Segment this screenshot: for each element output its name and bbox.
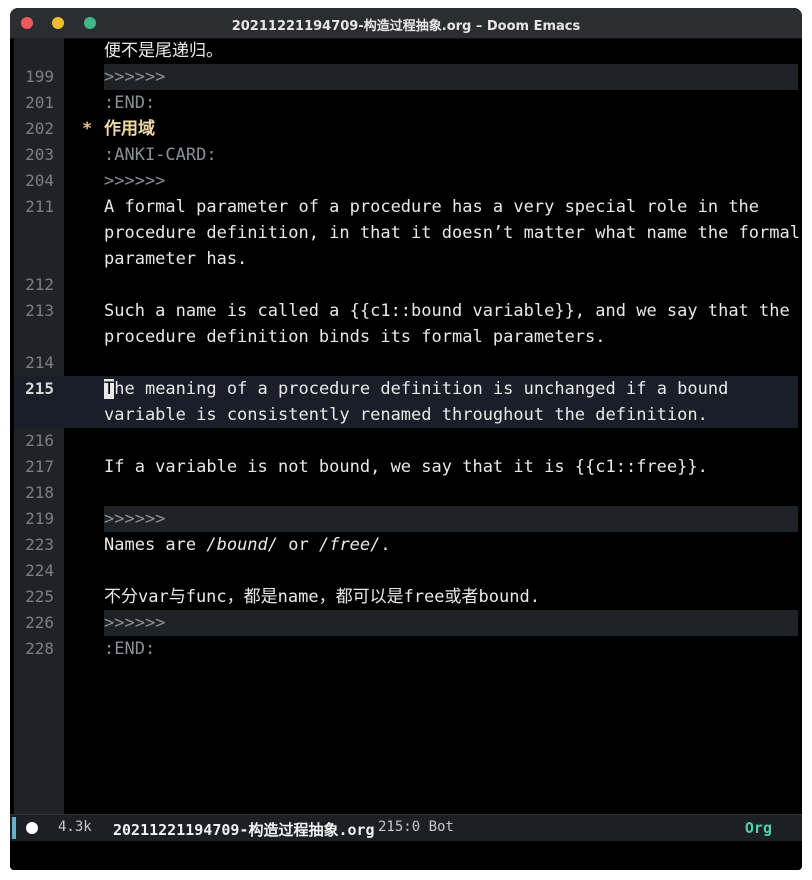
line-number: 223 <box>25 535 54 554</box>
line-text: 不分var与func，都是name，都可以是free或者bound. <box>104 587 540 607</box>
org-heading[interactable]: 作用域 <box>104 116 798 142</box>
italic-span: /bound/ <box>206 535 279 555</box>
line-number: 211 <box>25 197 54 216</box>
line-number: 199 <box>25 67 54 86</box>
title-bar: 20211221194709-构造过程抽象.org – Doom Emacs <box>10 8 802 39</box>
buffer-line: 223 Names are /bound/ or /free/. <box>10 532 802 558</box>
buffer-line: 204 >>>>>> <box>10 168 802 194</box>
major-mode[interactable]: Org <box>745 819 772 837</box>
line-number: 203 <box>25 145 54 164</box>
buffer-line: 213 Such a name is called a {{c1::bound … <box>10 298 802 324</box>
buffer-line: 201 :END: <box>10 90 802 116</box>
drawer-end: :END: <box>104 93 156 113</box>
buffer-line: procedure definition, in that it doesn’t… <box>10 220 802 246</box>
line-number: 217 <box>25 457 54 476</box>
mode-line: 4.3k 20211221194709-构造过程抽象.org 215:0 Bot… <box>10 814 802 841</box>
line-number: 226 <box>25 613 54 632</box>
line-text: A formal parameter of a procedure has a … <box>104 197 760 217</box>
buffer-line: 214 <box>10 350 802 376</box>
src-block-marker: >>>>>> <box>104 509 166 529</box>
italic-span: /free/ <box>318 535 381 555</box>
line-text: parameter has. <box>104 249 248 269</box>
line-number: 225 <box>25 587 54 606</box>
drawer-end: :END: <box>104 639 156 659</box>
line-text-rest: he meaning of a procedure definition is … <box>114 379 729 399</box>
current-line-number: 215 <box>25 379 54 398</box>
line-text: Names are /bound/ or /free/. <box>104 532 798 558</box>
src-block-marker: >>>>>> <box>104 67 166 87</box>
line-number: 214 <box>25 353 54 372</box>
buffer-line: parameter has. <box>10 246 802 272</box>
line-number: 216 <box>25 431 54 450</box>
line-number: 201 <box>25 93 54 112</box>
buffer-line: 211 A formal parameter of a procedure ha… <box>10 194 802 220</box>
modeline-indicator-bar <box>12 817 16 839</box>
line-number: 202 <box>25 119 54 138</box>
line-text: Such a name is called a {{c1::bound vari… <box>104 301 790 321</box>
buffer-line: 218 <box>10 480 802 506</box>
src-block-marker: >>>>>> <box>104 613 166 633</box>
buffer-line-current: 215 The meaning of a procedure definitio… <box>10 376 802 402</box>
buffer-line: 便不是尾递归。 <box>10 38 802 64</box>
line-number: 204 <box>25 171 54 190</box>
buffer-line: 216 <box>10 428 802 454</box>
line-text: procedure definition binds its formal pa… <box>104 327 606 347</box>
src-block-marker: >>>>>> <box>104 171 166 191</box>
line-text: The meaning of a procedure definition is… <box>104 376 798 402</box>
buffer-line: 203 :ANKI-CARD: <box>10 142 802 168</box>
text-cursor: T <box>104 379 115 399</box>
drawer-start: :ANKI-CARD: <box>104 145 217 165</box>
line-number: 228 <box>25 639 54 658</box>
buffer-line: 219 >>>>>> <box>10 506 802 532</box>
buffer-state-dot-icon <box>26 822 38 834</box>
buffer-line: 226 >>>>>> <box>10 610 802 636</box>
line-number: 218 <box>25 483 54 502</box>
buffer-line: 228 :END: <box>10 636 802 662</box>
buffer-line: 217 If a variable is not bound, we say t… <box>10 454 802 480</box>
line-text: If a variable is not bound, we say that … <box>104 457 708 477</box>
buffer-size: 4.3k <box>58 819 92 835</box>
text-span: . <box>380 535 391 555</box>
line-text: procedure definition, in that it doesn’t… <box>104 223 800 243</box>
line-text: variable is consistently renamed through… <box>104 405 708 425</box>
buffer-line: variable is consistently renamed through… <box>10 402 802 428</box>
line-number: 213 <box>25 301 54 320</box>
buffer-filename[interactable]: 20211221194709-构造过程抽象.org <box>113 819 375 840</box>
buffer-line: 199 >>>>>> <box>10 64 802 90</box>
emacs-window: 20211221194709-构造过程抽象.org – Doom Emacs 便… <box>10 8 802 870</box>
minibuffer[interactable] <box>10 841 802 870</box>
buffer-line: 202 * 作用域 <box>10 116 802 142</box>
buffer-line: 225 不分var与func，都是name，都可以是free或者bound. <box>10 584 802 610</box>
line-number: 212 <box>25 275 54 294</box>
buffer-line: 212 <box>10 272 802 298</box>
text-span: or <box>278 535 319 555</box>
line-text: 便不是尾递归。 <box>104 41 223 61</box>
cursor-position: 215:0 Bot <box>378 819 454 835</box>
heading-star[interactable]: * <box>82 116 92 142</box>
line-number: 219 <box>25 509 54 528</box>
line-number: 224 <box>25 561 54 580</box>
buffer-line: procedure definition binds its formal pa… <box>10 324 802 350</box>
text-span: Names are <box>104 535 207 555</box>
editor-buffer[interactable]: 便不是尾递归。 199 >>>>>> 201 :END: 202 * 作用域 2… <box>10 38 802 814</box>
buffer-line: 224 <box>10 558 802 584</box>
window-title: 20211221194709-构造过程抽象.org – Doom Emacs <box>231 19 581 34</box>
